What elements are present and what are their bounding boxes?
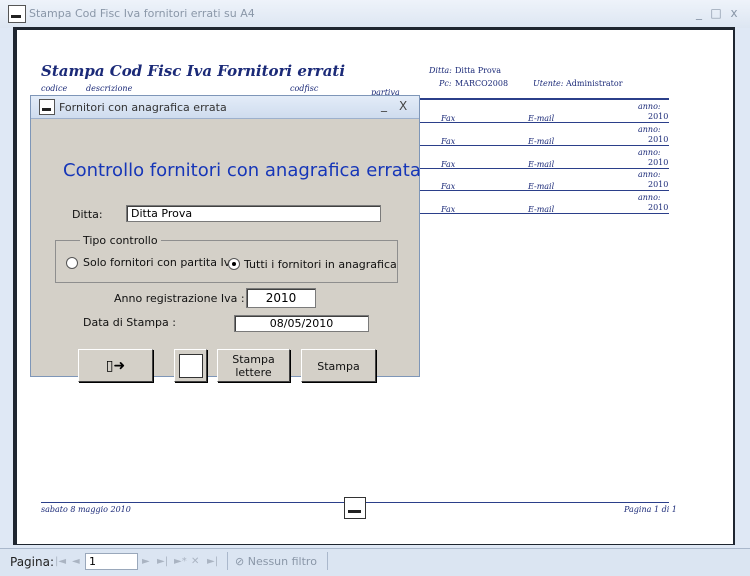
exit-door-icon: ▯➜ [105, 358, 126, 374]
app-logo-icon [178, 354, 203, 378]
exit-button[interactable]: ▯➜ [78, 349, 153, 382]
data-stampa-field[interactable]: 08/05/2010 [234, 315, 369, 332]
previous-page-icon[interactable]: ◄ [72, 556, 80, 567]
tipo-controllo-legend: Tipo controllo [80, 234, 161, 247]
anno-label: anno: [638, 170, 661, 179]
header-codice: codice [41, 84, 68, 93]
app-logo-icon [39, 99, 55, 115]
close-button[interactable]: x [727, 6, 741, 20]
dialog-title-bar: Fornitori con anagrafica errata _ X [31, 96, 419, 119]
ditta-label: Ditta: [429, 66, 452, 75]
anno-value: 2010 [648, 158, 669, 167]
title-bar: Stampa Cod Fisc Iva fornitori errati su … [0, 0, 750, 28]
utente-label: Utente: [533, 79, 564, 88]
anno-label: anno: [638, 102, 661, 111]
stampa-lettere-label: Stampa lettere [232, 353, 275, 379]
separator [227, 552, 228, 570]
footer-page: Pagina 1 di 1 [624, 505, 677, 514]
radio-solo-partita-iva[interactable] [66, 257, 78, 269]
anno-value: 2010 [648, 180, 669, 189]
dialog-heading: Controllo fornitori con anagrafica errat… [63, 160, 421, 181]
data-stampa-label: Data di Stampa : [83, 316, 176, 329]
ditta-label: Ditta: [72, 208, 103, 221]
anno-label: anno: [638, 125, 661, 134]
header-codfisc: codfisc [290, 84, 319, 93]
anno-value: 2010 [648, 112, 669, 121]
first-page-icon[interactable]: |◄ [55, 556, 66, 567]
row-line [420, 190, 669, 191]
radio-tutti-fornitori[interactable] [228, 258, 240, 270]
filter-icon: ⊘ [235, 555, 248, 568]
dialog-minimize-button[interactable]: _ [381, 98, 387, 112]
anno-value: 2010 [648, 203, 669, 212]
pagina-label: Pagina: [10, 555, 55, 569]
window-title: Stampa Cod Fisc Iva fornitori errati su … [29, 7, 255, 20]
separator [327, 552, 328, 570]
footer-date: sabato 8 maggio 2010 [41, 505, 131, 514]
option-solo-partita-iva-label[interactable]: Solo fornitori con partita Iva [83, 256, 237, 269]
utente-value: Administrator [566, 79, 623, 88]
anno-label: anno: [638, 193, 661, 202]
delete-icon[interactable]: ✕ [191, 556, 199, 567]
ditta-value: Ditta Prova [455, 66, 502, 75]
option-tutti-fornitori-label[interactable]: Tutti i fornitori in anagrafica [244, 258, 397, 271]
anno-value: 2010 [648, 135, 669, 144]
app-logo-icon [344, 497, 366, 519]
report-title: Stampa Cod Fisc Iva Fornitori errati [41, 62, 346, 80]
anno-label: Anno registrazione Iva : [114, 292, 245, 305]
filter-indicator[interactable]: ⊘ Nessun filtro [235, 555, 317, 568]
fornitori-dialog: Fornitori con anagrafica errata _ X Cont… [30, 95, 421, 382]
end-icon[interactable]: ►| [207, 556, 218, 567]
dialog-title: Fornitori con anagrafica errata [59, 101, 227, 114]
next-page-icon[interactable]: ► [142, 556, 150, 567]
filter-label: Nessun filtro [247, 555, 317, 568]
pc-value: MARCO2008 [455, 79, 509, 88]
ditta-field[interactable]: Ditta Prova [126, 205, 381, 222]
preview-button[interactable] [174, 349, 207, 382]
last-page-icon[interactable]: ►| [157, 556, 168, 567]
stampa-button[interactable]: Stampa [301, 349, 376, 382]
record-navigation-bar: Pagina: |◄ ◄ 1 ► ►| ►* ✕ ►| ⊘ Nessun fil… [0, 548, 750, 576]
anno-label: anno: [638, 148, 661, 157]
dialog-close-button[interactable]: X [399, 99, 407, 113]
app-logo-icon [8, 5, 26, 23]
stampa-label: Stampa [317, 360, 360, 373]
pc-label: Pc: [439, 79, 452, 88]
dialog-body: Controllo fornitori con anagrafica errat… [32, 119, 421, 382]
new-record-icon[interactable]: ►* [174, 556, 187, 567]
minimize-button[interactable]: _ [692, 6, 706, 20]
page-number-input[interactable]: 1 [85, 553, 138, 570]
header-descrizione: descrizione [86, 84, 133, 93]
anno-field[interactable]: 2010 [246, 288, 316, 308]
row-line [420, 122, 669, 123]
maximize-button[interactable]: □ [709, 6, 723, 20]
header-line [420, 98, 669, 100]
row-line [420, 168, 669, 169]
stampa-lettere-button[interactable]: Stampa lettere [217, 349, 290, 382]
row-line [420, 145, 669, 146]
row-line [420, 213, 669, 214]
